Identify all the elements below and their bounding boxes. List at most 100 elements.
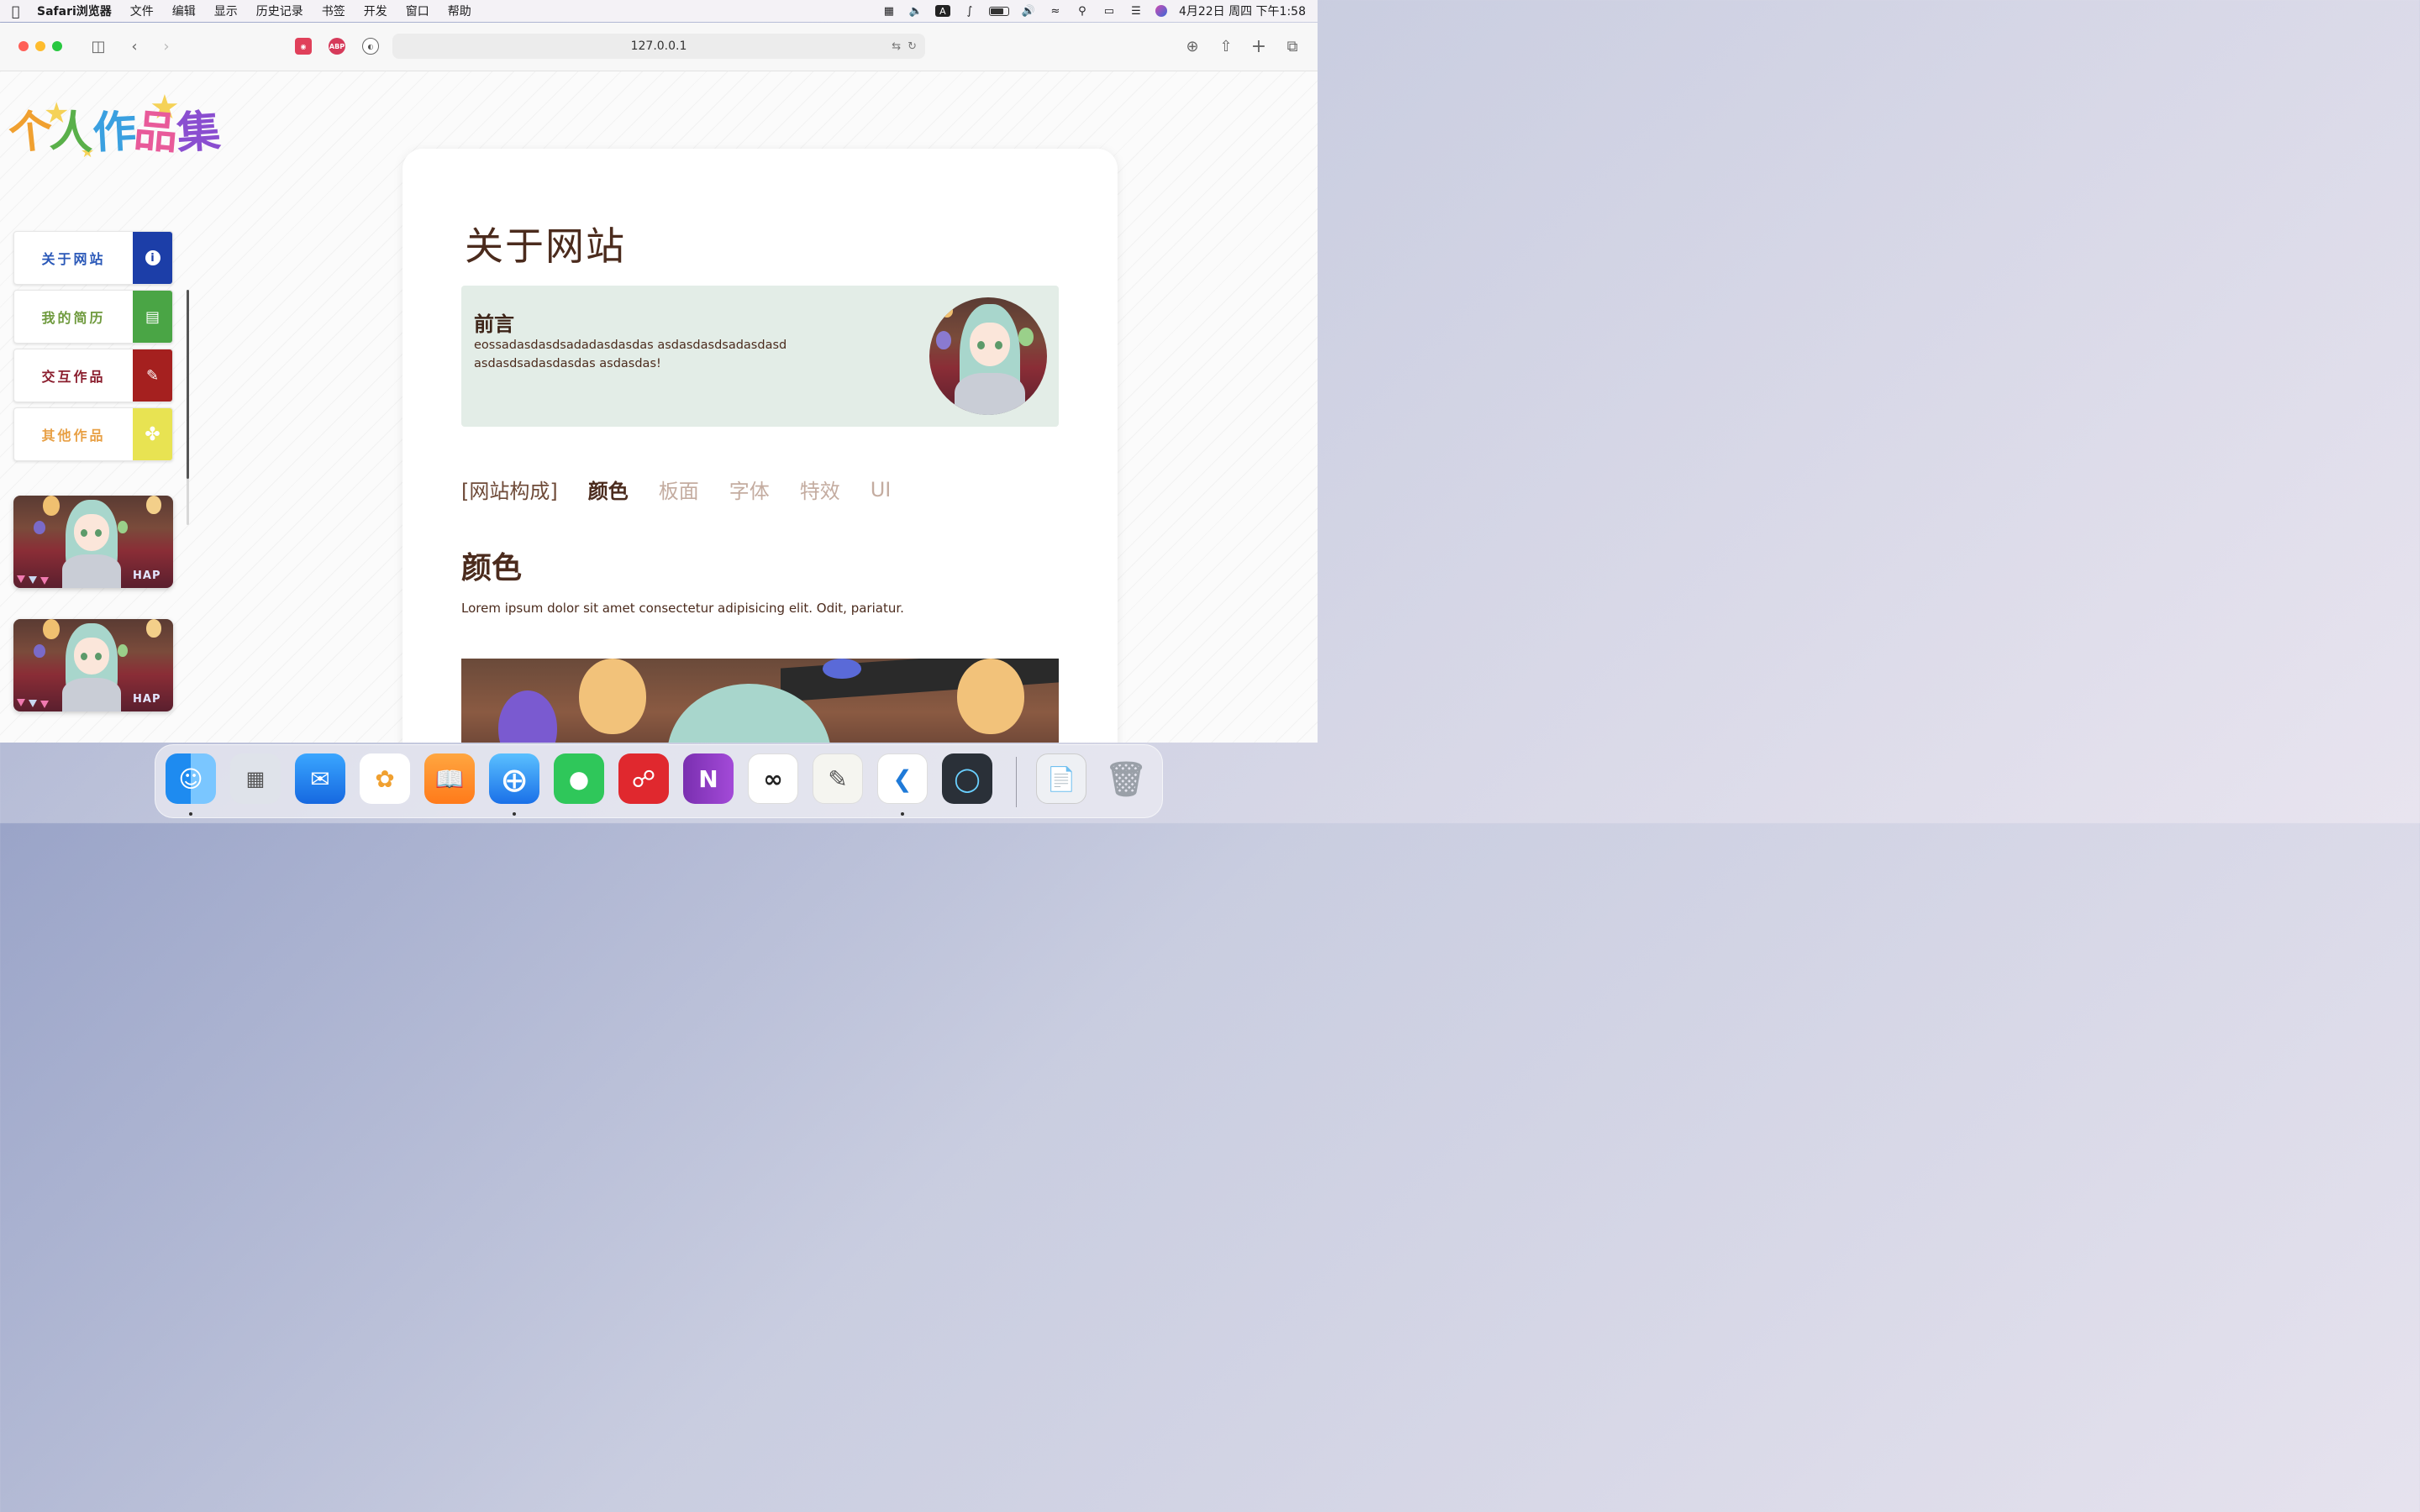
tab-overview-icon[interactable]: ⧉ [1282, 36, 1302, 56]
dock: ☺ ▦ ✉ ✿ 📖 ⨁ ● ☍ N ∞ ✎ ❮ ◯ 📄 🗑 [155, 744, 1163, 818]
menu-bar:  Safari浏览器 文件 编辑 显示 历史记录 书签 开发 窗口 帮助 ▦ … [0, 0, 1318, 22]
onenote-icon[interactable]: N [683, 753, 734, 804]
nav-item-interactive-works[interactable]: 交互作品 ✎ [13, 349, 173, 402]
menu-file[interactable]: 文件 [130, 3, 154, 19]
intro-title: 前言 [474, 312, 514, 336]
menu-app-name[interactable]: Safari浏览器 [37, 3, 112, 19]
tools-icon: ✎ [133, 349, 172, 402]
nav-item-resume[interactable]: 我的简历 ▤ [13, 290, 173, 344]
thumb-text: HAP [133, 693, 161, 706]
display-status-icon[interactable]: ▦ [881, 5, 897, 18]
trash-icon[interactable]: 🗑 [1101, 753, 1151, 804]
screen-mirroring-icon[interactable]: ▭ [1102, 5, 1117, 18]
translate-icon[interactable]: ⇆ [892, 40, 901, 53]
tab-font[interactable]: 字体 [729, 475, 770, 504]
file-icon[interactable]: 📄 [1036, 753, 1086, 804]
share-icon[interactable]: ⇧ [1216, 36, 1236, 56]
intro-text: eossadasdasdsadadasdasdas asdasdasdsadas… [474, 339, 787, 370]
close-window-button[interactable] [18, 41, 29, 51]
clip-studio-icon[interactable]: ∞ [748, 753, 798, 804]
photos-icon[interactable]: ✿ [360, 753, 410, 804]
logo-char: 集 [175, 106, 221, 160]
volume-icon[interactable]: 🔊 [1021, 5, 1036, 18]
input-method-icon[interactable]: A [934, 5, 950, 17]
safari-window: ◫ ‹ › ◉ ABP ◐ 127.0.0.1 ⇆ ↻ ⊕ ⇧ + ⧉ ★ ★ … [0, 23, 1318, 743]
running-indicator [513, 812, 516, 816]
vscode-icon[interactable]: ❮ [877, 753, 928, 804]
spotlight-search-icon[interactable]: ⚲ [1075, 5, 1090, 18]
avatar [929, 297, 1047, 415]
nav-label: 其他作品 [41, 428, 106, 444]
anime-artwork: HAP [13, 619, 173, 711]
nav-label: 关于网站 [41, 251, 106, 267]
menu-view[interactable]: 显示 [214, 3, 238, 19]
section-title: 颜色 [461, 551, 523, 585]
browser-toolbar: ◫ ‹ › ◉ ABP ◐ 127.0.0.1 ⇆ ↻ ⊕ ⇧ + ⧉ [0, 23, 1318, 71]
launchpad-icon[interactable]: ▦ [230, 753, 281, 804]
url-text: 127.0.0.1 [630, 39, 687, 53]
menu-history[interactable]: 历史记录 [256, 3, 303, 19]
menu-clock[interactable]: 4月22日 周四 下午1:58 [1179, 3, 1306, 19]
shield-extension-icon[interactable]: ◉ [295, 38, 312, 55]
section-text: Lorem ipsum dolor sit amet consectetur a… [461, 601, 904, 616]
finder-icon[interactable]: ☺ [166, 753, 216, 804]
menu-develop[interactable]: 开发 [364, 3, 387, 19]
reload-icon[interactable]: ↻ [908, 40, 917, 53]
anime-artwork: HAP [13, 496, 173, 588]
apple-menu-icon[interactable]:  [12, 3, 37, 19]
nav-item-other-works[interactable]: 其他作品 ✤ [13, 407, 173, 461]
netease-music-icon[interactable]: ☍ [618, 753, 669, 804]
wechat-icon[interactable]: ● [554, 753, 604, 804]
menu-bookmarks[interactable]: 书签 [322, 3, 345, 19]
privacy-extension-icon[interactable]: ◐ [362, 38, 379, 55]
dock-separator [1016, 757, 1017, 807]
thumbnail-image[interactable]: HAP [13, 496, 173, 588]
menu-window[interactable]: 窗口 [406, 3, 429, 19]
volume-small-icon[interactable]: 🔈 [908, 5, 923, 18]
nav-item-about[interactable]: 关于网站 i [13, 231, 173, 285]
tab-color[interactable]: 颜色 [588, 475, 629, 504]
zoom-window-button[interactable] [52, 41, 62, 51]
site-logo[interactable]: 个人作品集 [6, 97, 221, 160]
page-title: 关于网站 [465, 223, 626, 269]
quicktime-icon[interactable]: ◯ [942, 753, 992, 804]
status-area: ▦ 🔈 A ∫ 🔊 ≈ ⚲ ▭ ☰ 4月22日 周四 下午1:58 [881, 3, 1306, 19]
tab-effects[interactable]: 特效 [800, 475, 840, 504]
books-icon[interactable]: 📖 [424, 753, 475, 804]
page-content: ★ ★ ★ 个人作品集 关于网站 i 我的简历 ▤ 交互作品 ✎ 其他作品 ✤ [0, 71, 1318, 743]
banner-image [461, 659, 1059, 743]
wifi-icon[interactable]: ≈ [1048, 5, 1063, 18]
grid-icon: ✤ [133, 408, 172, 460]
thumbnail-image[interactable]: HAP [13, 619, 173, 711]
siri-icon[interactable] [1155, 5, 1167, 17]
section-tabs: [网站构成] 颜色 板面 字体 特效 UI [461, 475, 921, 504]
new-tab-icon[interactable]: + [1249, 36, 1269, 57]
sidebar-toggle-icon[interactable]: ◫ [88, 36, 108, 56]
nav-label: 交互作品 [41, 369, 106, 385]
logo-char: 人 [48, 106, 94, 160]
logo-char: 作 [91, 106, 136, 160]
menu-edit[interactable]: 编辑 [172, 3, 196, 19]
battery-icon[interactable] [988, 6, 1009, 16]
back-icon[interactable]: ‹ [124, 36, 145, 56]
downloads-icon[interactable]: ⊕ [1182, 36, 1202, 56]
intro-box: 前言 eossadasdasdsadadasdasdas asdasdasdsa… [461, 286, 1059, 427]
sidebar-scrollbar-thumb[interactable] [187, 290, 189, 479]
tab-layout[interactable]: 板面 [659, 475, 699, 504]
bluetooth-icon[interactable]: ∫ [962, 5, 977, 18]
logo-char: 个 [6, 105, 54, 160]
running-indicator [189, 812, 192, 816]
menu-help[interactable]: 帮助 [448, 3, 471, 19]
minimize-window-button[interactable] [35, 41, 45, 51]
tab-ui[interactable]: UI [871, 478, 892, 501]
address-bar[interactable]: 127.0.0.1 ⇆ ↻ [392, 34, 925, 59]
site-nav: 关于网站 i 我的简历 ▤ 交互作品 ✎ 其他作品 ✤ [13, 231, 173, 466]
document-icon: ▤ [133, 291, 172, 343]
adblock-extension-icon[interactable]: ABP [329, 38, 345, 55]
sidebar-scrollbar[interactable] [187, 290, 189, 525]
safari-icon[interactable]: ⨁ [489, 753, 539, 804]
mail-icon[interactable]: ✉ [295, 753, 345, 804]
forward-icon[interactable]: › [156, 36, 176, 56]
textedit-icon[interactable]: ✎ [813, 753, 863, 804]
control-center-icon[interactable]: ☰ [1128, 5, 1144, 18]
